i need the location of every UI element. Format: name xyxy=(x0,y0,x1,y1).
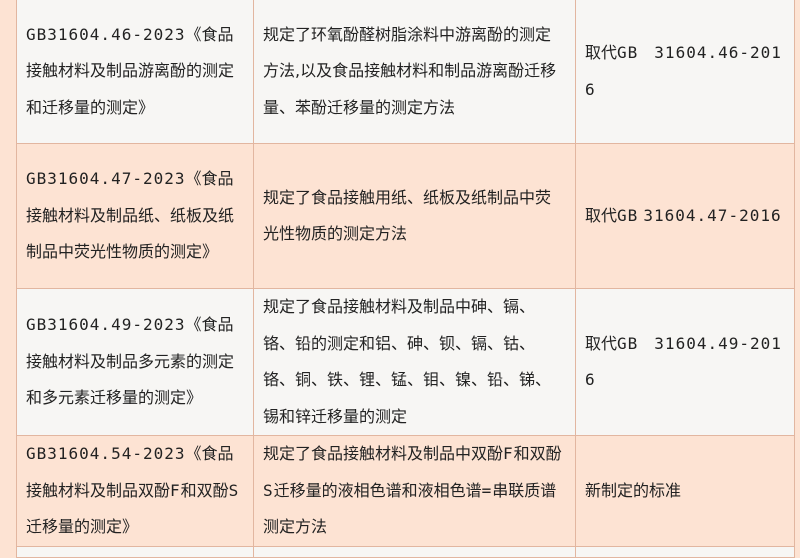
remark-cell: 取代GB 31604.49-2016 xyxy=(575,288,795,436)
table-row: GB31604.54-2023《食品接触材料及制品双酚F和双酚S迁移量的测定》 … xyxy=(16,435,795,547)
remark-cell: 取代GB 31604.46-2016 xyxy=(575,0,795,144)
description-cell: 规定了环氧酚醛树脂涂料中游离酚的测定方法,以及食品接触材料和制品游离酚迁移量、苯… xyxy=(253,0,576,144)
description-cell xyxy=(253,546,576,558)
standards-table: GB31604.46-2023《食品接触材料及制品游离酚的测定和迁移量的测定》 … xyxy=(16,0,795,558)
table-row: GB31604.47-2023《食品接触材料及制品纸、纸板及纸制品中荧光性物质的… xyxy=(16,143,795,289)
remark-cell: 取代GB 31604.47-2016 xyxy=(575,143,795,289)
table-row: GB31604.49-2023《食品接触材料及制品多元素的测定和多元素迁移量的测… xyxy=(16,288,795,436)
standard-name-cell: GB31604.47-2023《食品接触材料及制品纸、纸板及纸制品中荧光性物质的… xyxy=(16,143,254,289)
standard-name-cell: GB31604.49-2023《食品接触材料及制品多元素的测定和多元素迁移量的测… xyxy=(16,288,254,436)
remark-cell xyxy=(575,546,795,558)
remark-cell: 新制定的标准 xyxy=(575,435,795,547)
description-cell: 规定了食品接触用纸、纸板及纸制品中荧光性物质的测定方法 xyxy=(253,143,576,289)
description-cell: 规定了食品接触材料及制品中双酚F和双酚S迁移量的液相色谱和液相色谱=串联质谱测定… xyxy=(253,435,576,547)
standard-name-cell: GB31604.54-2023《食品接触材料及制品双酚F和双酚S迁移量的测定》 xyxy=(16,435,254,547)
standard-name-cell xyxy=(16,546,254,558)
table-row xyxy=(16,546,795,558)
description-cell: 规定了食品接触材料及制品中砷、镉、铬、铅的测定和铝、砷、钡、镉、钴、铬、铜、铁、… xyxy=(253,288,576,436)
standard-name-cell: GB31604.46-2023《食品接触材料及制品游离酚的测定和迁移量的测定》 xyxy=(16,0,254,144)
table-row: GB31604.46-2023《食品接触材料及制品游离酚的测定和迁移量的测定》 … xyxy=(16,0,795,144)
